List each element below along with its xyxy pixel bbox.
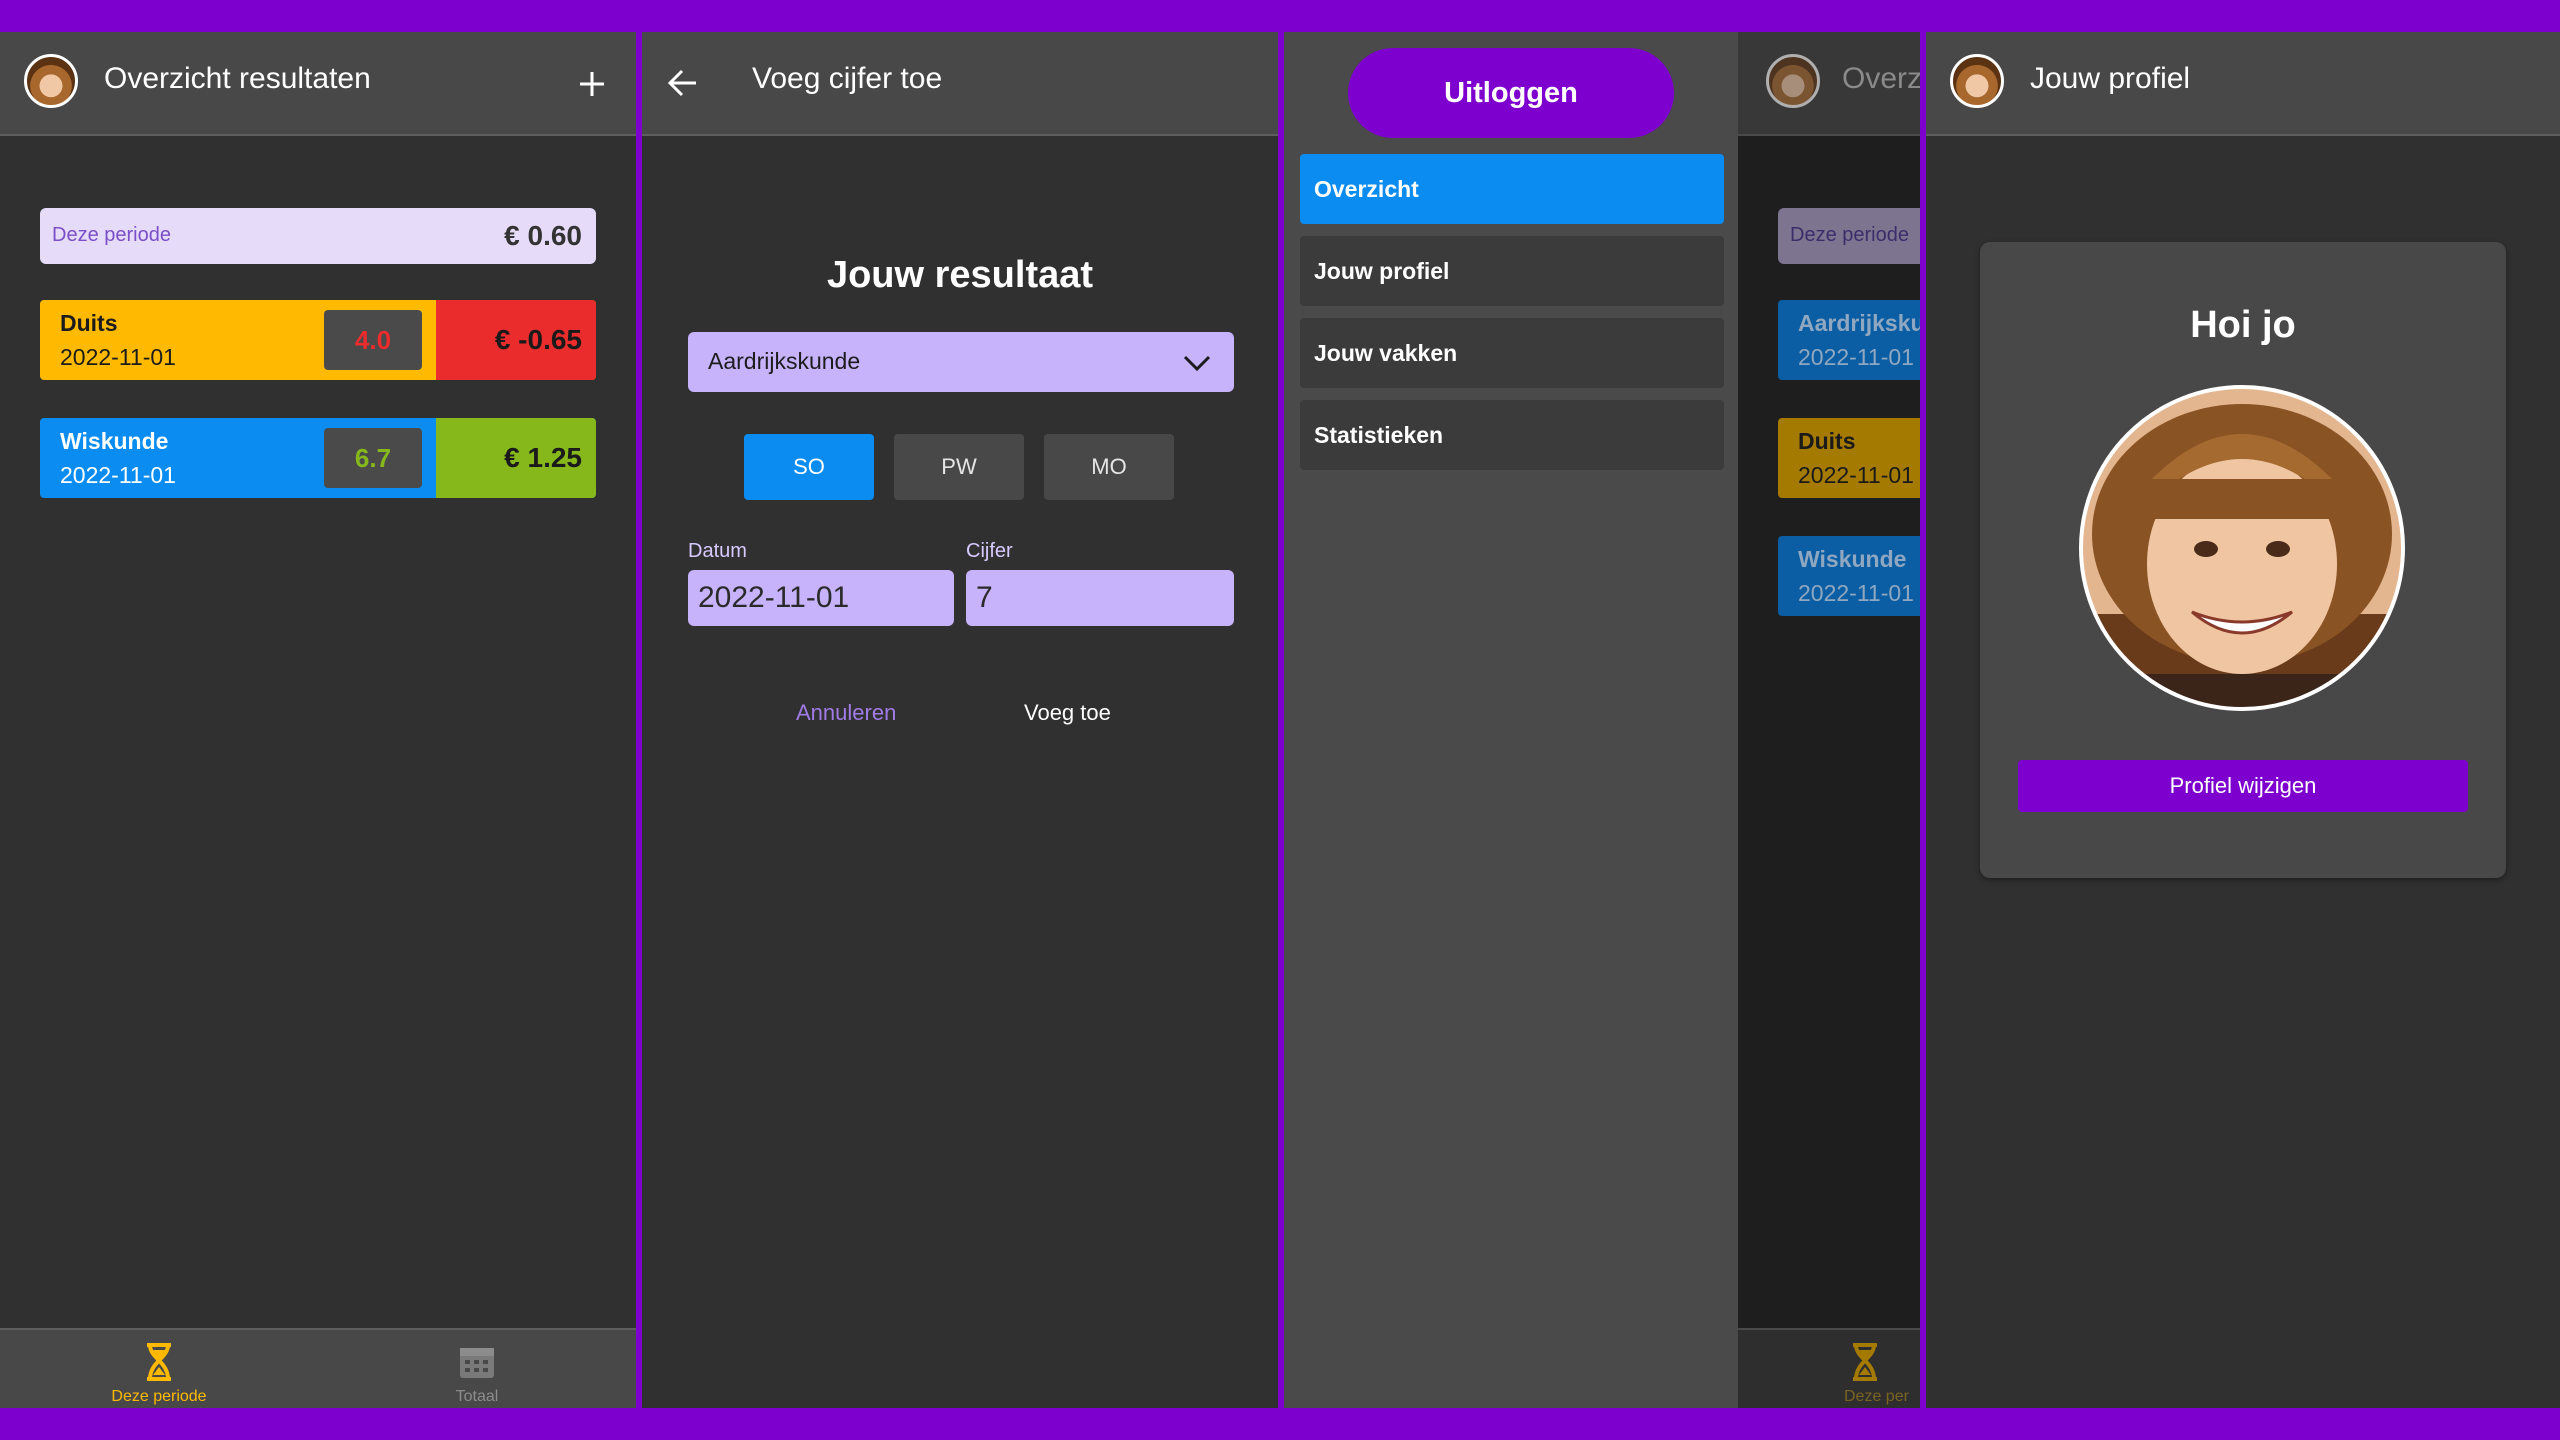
type-button-mo[interactable]: MO: [1044, 434, 1174, 500]
result-heading: Jouw resultaat: [826, 254, 1094, 296]
behind-subject: Wiskunde: [1798, 546, 1907, 572]
behind-nav-label: Deze per: [1844, 1388, 1909, 1405]
nav-item-deze-periode[interactable]: Deze periode: [0, 1330, 318, 1408]
menu-item-jouw-profiel[interactable]: Jouw profiel: [1300, 236, 1724, 306]
subject-name: Duits: [60, 310, 118, 336]
app-bar: Jouw profiel: [1926, 32, 2560, 136]
logout-button[interactable]: Uitloggen: [1348, 48, 1674, 138]
nav-item-totaal[interactable]: Totaal: [318, 1330, 636, 1408]
calendar-icon: [460, 1348, 494, 1378]
subject-select-value: Aardrijkskunde: [708, 348, 861, 374]
grade-label: Cijfer: [966, 540, 1013, 562]
amount-badge: € -0.65: [436, 300, 596, 380]
avatar[interactable]: [1950, 54, 2004, 108]
greeting: Hoi jo: [2190, 304, 2296, 346]
behind-card-duits: Duits 2022-11-01: [1778, 418, 1920, 498]
chevron-down-icon: [1183, 355, 1211, 372]
page-title: Overzicht resultaten: [104, 62, 371, 95]
plus-icon[interactable]: [576, 68, 608, 100]
behind-subject: Aardrijksku: [1798, 310, 1920, 336]
back-arrow-icon[interactable]: [666, 66, 700, 100]
page-title: Jouw profiel: [2030, 62, 2191, 95]
behind-date: 2022-11-01: [1798, 580, 1914, 606]
add-button[interactable]: Voeg toe: [1024, 700, 1111, 726]
avatar[interactable]: [24, 54, 78, 108]
grade-badge: 6.7: [324, 428, 422, 488]
cancel-button[interactable]: Annuleren: [796, 700, 896, 726]
app-bar: Overzicht resultaten: [0, 32, 636, 136]
behind-subject: Duits: [1798, 428, 1856, 454]
hourglass-icon: [1853, 1343, 1877, 1381]
edit-profile-button[interactable]: Profiel wijzigen: [2018, 760, 2468, 812]
nav-label: Deze periode: [111, 1388, 207, 1405]
navigation-drawer: Uitloggen Overzicht Jouw profiel Jouw va…: [1284, 32, 1738, 1408]
date-field[interactable]: 2022-11-01: [688, 570, 954, 626]
menu-item-overzicht[interactable]: Overzicht: [1300, 154, 1724, 224]
behind-date: 2022-11-01: [1798, 462, 1914, 488]
add-grade-screen: Voeg cijfer toe Jouw resultaat Aardrijks…: [642, 32, 1278, 1408]
date-label: Datum: [688, 540, 747, 562]
period-label: Deze periode: [52, 224, 171, 246]
behind-period-label: Deze periode: [1790, 224, 1909, 246]
hourglass-icon: [147, 1343, 171, 1381]
menu-item-statistieken[interactable]: Statistieken: [1300, 400, 1724, 470]
behind-bottom-nav: Deze per: [1738, 1328, 1920, 1408]
profile-photo: [2079, 385, 2405, 711]
period-amount: € 0.60: [504, 220, 582, 251]
period-summary-card: Deze periode € 0.60: [40, 208, 596, 264]
behind-period-card: Deze periode: [1778, 208, 1920, 264]
profile-screen: Jouw profiel Hoi jo Profiel wijzigen: [1926, 32, 2560, 1408]
app-bar: Voeg cijfer toe: [642, 32, 1278, 136]
amount-badge: € 1.25: [436, 418, 596, 498]
result-card-wiskunde[interactable]: Wiskunde 2022-11-01 6.7 € 1.25: [40, 418, 596, 498]
menu-item-jouw-vakken[interactable]: Jouw vakken: [1300, 318, 1724, 388]
nav-label: Totaal: [455, 1388, 499, 1405]
behind-title: Overz: [1842, 62, 1920, 95]
behind-content: Overz Deze periode Aardrijksku 2022-11-0…: [1738, 32, 1920, 1408]
behind-card-wiskunde: Wiskunde 2022-11-01: [1778, 536, 1920, 616]
overview-screen: Overzicht resultaten Deze periode € 0.60…: [0, 32, 636, 1408]
result-card-duits[interactable]: Duits 2022-11-01 4.0 € -0.65: [40, 300, 596, 380]
type-button-so[interactable]: SO: [744, 434, 874, 500]
grade-field[interactable]: 7: [966, 570, 1234, 626]
bottom-navigation: Deze periode Totaal: [0, 1328, 636, 1408]
result-date: 2022-11-01: [60, 462, 176, 488]
grade-badge: 4.0: [324, 310, 422, 370]
subject-select[interactable]: Aardrijkskunde: [688, 332, 1234, 392]
drawer-screen: Overz Deze periode Aardrijksku 2022-11-0…: [1284, 32, 1920, 1408]
behind-avatar: [1766, 54, 1820, 108]
result-date: 2022-11-01: [60, 344, 176, 370]
profile-card: Hoi jo Profiel wijzigen: [1980, 242, 2506, 878]
subject-name: Wiskunde: [60, 428, 169, 454]
behind-date: 2022-11-01: [1798, 344, 1914, 370]
behind-app-bar: Overz: [1738, 32, 1920, 136]
type-button-pw[interactable]: PW: [894, 434, 1024, 500]
page-title: Voeg cijfer toe: [752, 62, 943, 95]
behind-card-aardrijkskunde: Aardrijksku 2022-11-01: [1778, 300, 1920, 380]
